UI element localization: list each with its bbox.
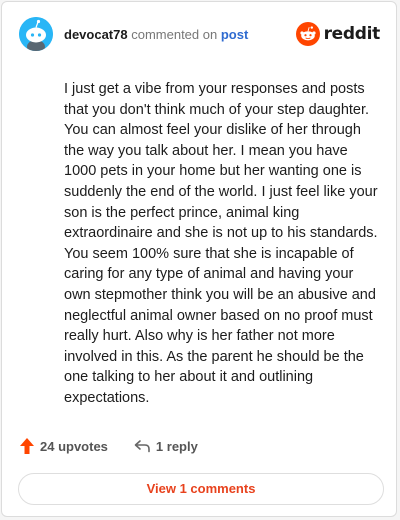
comment-card: devocat78 commented on post reddit I jus…	[1, 1, 397, 517]
snoo-avatar-icon	[19, 17, 53, 51]
upvotes-count: 24 upvotes	[40, 438, 108, 454]
upvote-button[interactable]: 24 upvotes	[20, 438, 108, 454]
commented-on-text: commented on	[131, 27, 218, 42]
comment-actions: 24 upvotes 1 reply	[20, 438, 224, 454]
reply-button[interactable]: 1 reply	[134, 439, 198, 454]
reddit-snoo-icon	[295, 22, 320, 46]
upvote-arrow-icon	[20, 438, 34, 454]
comment-meta: devocat78 commented on post	[64, 27, 248, 42]
post-link[interactable]: post	[221, 27, 248, 42]
user-avatar[interactable]	[19, 17, 53, 51]
reddit-wordmark: reddit	[323, 24, 381, 44]
comment-body: I just get a vibe from your responses an…	[64, 81, 378, 406]
reply-count: 1 reply	[155, 438, 198, 454]
username[interactable]: devocat78	[64, 27, 128, 42]
view-comments-button[interactable]: View 1 comments	[18, 473, 384, 505]
reply-arrow-icon	[134, 440, 150, 453]
reddit-logo[interactable]: reddit	[295, 22, 381, 46]
